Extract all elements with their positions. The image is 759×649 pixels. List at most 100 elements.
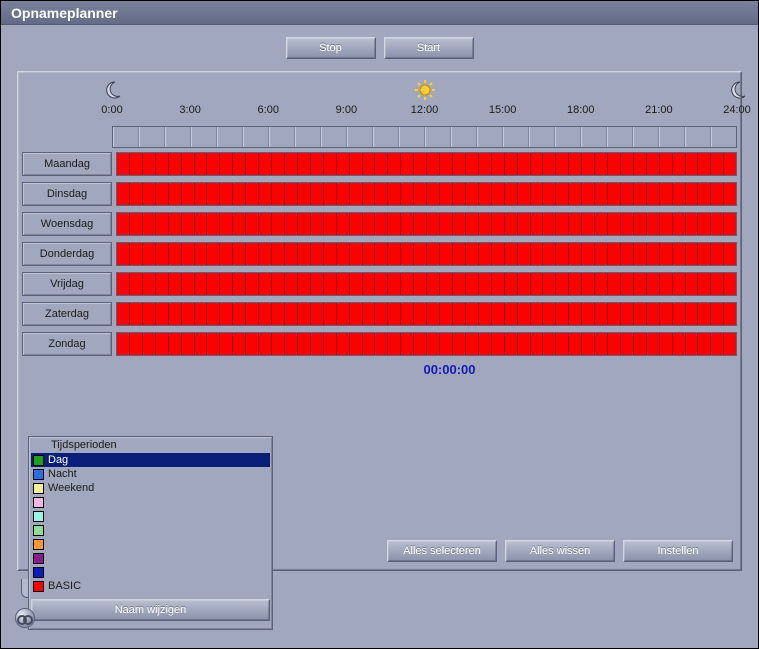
time-slot[interactable] [518,183,531,205]
time-slot[interactable] [686,153,699,175]
time-slot[interactable] [634,213,647,235]
time-slot[interactable] [621,153,634,175]
time-slot[interactable] [569,333,582,355]
time-slot[interactable] [233,243,246,265]
time-slot[interactable] [375,183,388,205]
time-slot[interactable] [621,183,634,205]
time-slot[interactable] [634,153,647,175]
time-slot[interactable] [595,303,608,325]
time-slot[interactable] [479,243,492,265]
time-slot[interactable] [647,303,660,325]
time-slot[interactable] [337,273,350,295]
time-slot[interactable] [569,273,582,295]
time-slot[interactable] [117,303,130,325]
time-slot[interactable] [698,303,711,325]
time-slot[interactable] [156,213,169,235]
time-slot[interactable] [143,153,156,175]
time-slot[interactable] [518,213,531,235]
time-slot[interactable] [130,183,143,205]
time-slot[interactable] [169,183,182,205]
time-slot[interactable] [621,303,634,325]
time-slot[interactable] [285,213,298,235]
ruler-hour-cell[interactable] [633,127,659,147]
time-slot[interactable] [350,303,363,325]
time-slot[interactable] [337,243,350,265]
ruler-hour-cell[interactable] [607,127,633,147]
time-slot[interactable] [143,243,156,265]
time-slot[interactable] [686,273,699,295]
time-slot[interactable] [207,273,220,295]
time-slot[interactable] [324,333,337,355]
time-slot[interactable] [492,153,505,175]
time-slot[interactable] [621,213,634,235]
time-slot[interactable] [246,303,259,325]
time-slot[interactable] [130,273,143,295]
time-slot[interactable] [143,273,156,295]
time-slot[interactable] [117,153,130,175]
ruler-hour-cell[interactable] [555,127,581,147]
period-item[interactable]: Dag [31,453,270,467]
time-slot[interactable] [582,333,595,355]
time-slot[interactable] [414,243,427,265]
ruler-hour-cell[interactable] [451,127,477,147]
time-slot[interactable] [285,273,298,295]
day-slot-grid[interactable] [116,332,737,356]
ruler-hour-cell[interactable] [295,127,321,147]
time-slot[interactable] [660,333,673,355]
time-slot[interactable] [169,243,182,265]
time-slot[interactable] [414,153,427,175]
time-slot[interactable] [363,213,376,235]
time-slot[interactable] [582,243,595,265]
time-slot[interactable] [440,213,453,235]
time-slot[interactable] [466,213,479,235]
time-slot[interactable] [531,153,544,175]
time-slot[interactable] [388,153,401,175]
time-slot[interactable] [543,153,556,175]
time-slot[interactable] [660,153,673,175]
time-slot[interactable] [453,273,466,295]
time-slot[interactable] [711,273,724,295]
time-slot[interactable] [595,333,608,355]
time-slot[interactable] [169,213,182,235]
time-slot[interactable] [595,183,608,205]
time-slot[interactable] [492,213,505,235]
time-slot[interactable] [272,333,285,355]
time-slot[interactable] [156,183,169,205]
time-slot[interactable] [724,303,736,325]
time-slot[interactable] [259,273,272,295]
time-slot[interactable] [363,183,376,205]
time-slot[interactable] [660,303,673,325]
time-slot[interactable] [285,303,298,325]
set-button[interactable]: Instellen [623,540,733,562]
ruler-hour-cell[interactable] [165,127,191,147]
time-slot[interactable] [686,183,699,205]
time-slot[interactable] [207,333,220,355]
time-slot[interactable] [117,213,130,235]
time-slot[interactable] [311,153,324,175]
time-slot[interactable] [388,303,401,325]
time-slot[interactable] [479,273,492,295]
time-slot[interactable] [479,213,492,235]
time-slot[interactable] [130,213,143,235]
day-slot-grid[interactable] [116,302,737,326]
time-slot[interactable] [634,273,647,295]
time-slot[interactable] [363,303,376,325]
time-slot[interactable] [143,183,156,205]
time-slot[interactable] [711,333,724,355]
time-slot[interactable] [272,213,285,235]
time-slot[interactable] [375,303,388,325]
ruler-hour-cell[interactable] [503,127,529,147]
start-button[interactable]: Start [384,37,474,59]
ruler-hour-cell[interactable] [113,127,139,147]
day-slot-grid[interactable] [116,182,737,206]
time-slot[interactable] [259,243,272,265]
time-slot[interactable] [233,303,246,325]
day-slot-grid[interactable] [116,152,737,176]
time-slot[interactable] [350,183,363,205]
time-slot[interactable] [440,243,453,265]
time-slot[interactable] [298,243,311,265]
time-slot[interactable] [311,183,324,205]
time-slot[interactable] [156,303,169,325]
time-slot[interactable] [427,153,440,175]
time-slot[interactable] [698,183,711,205]
